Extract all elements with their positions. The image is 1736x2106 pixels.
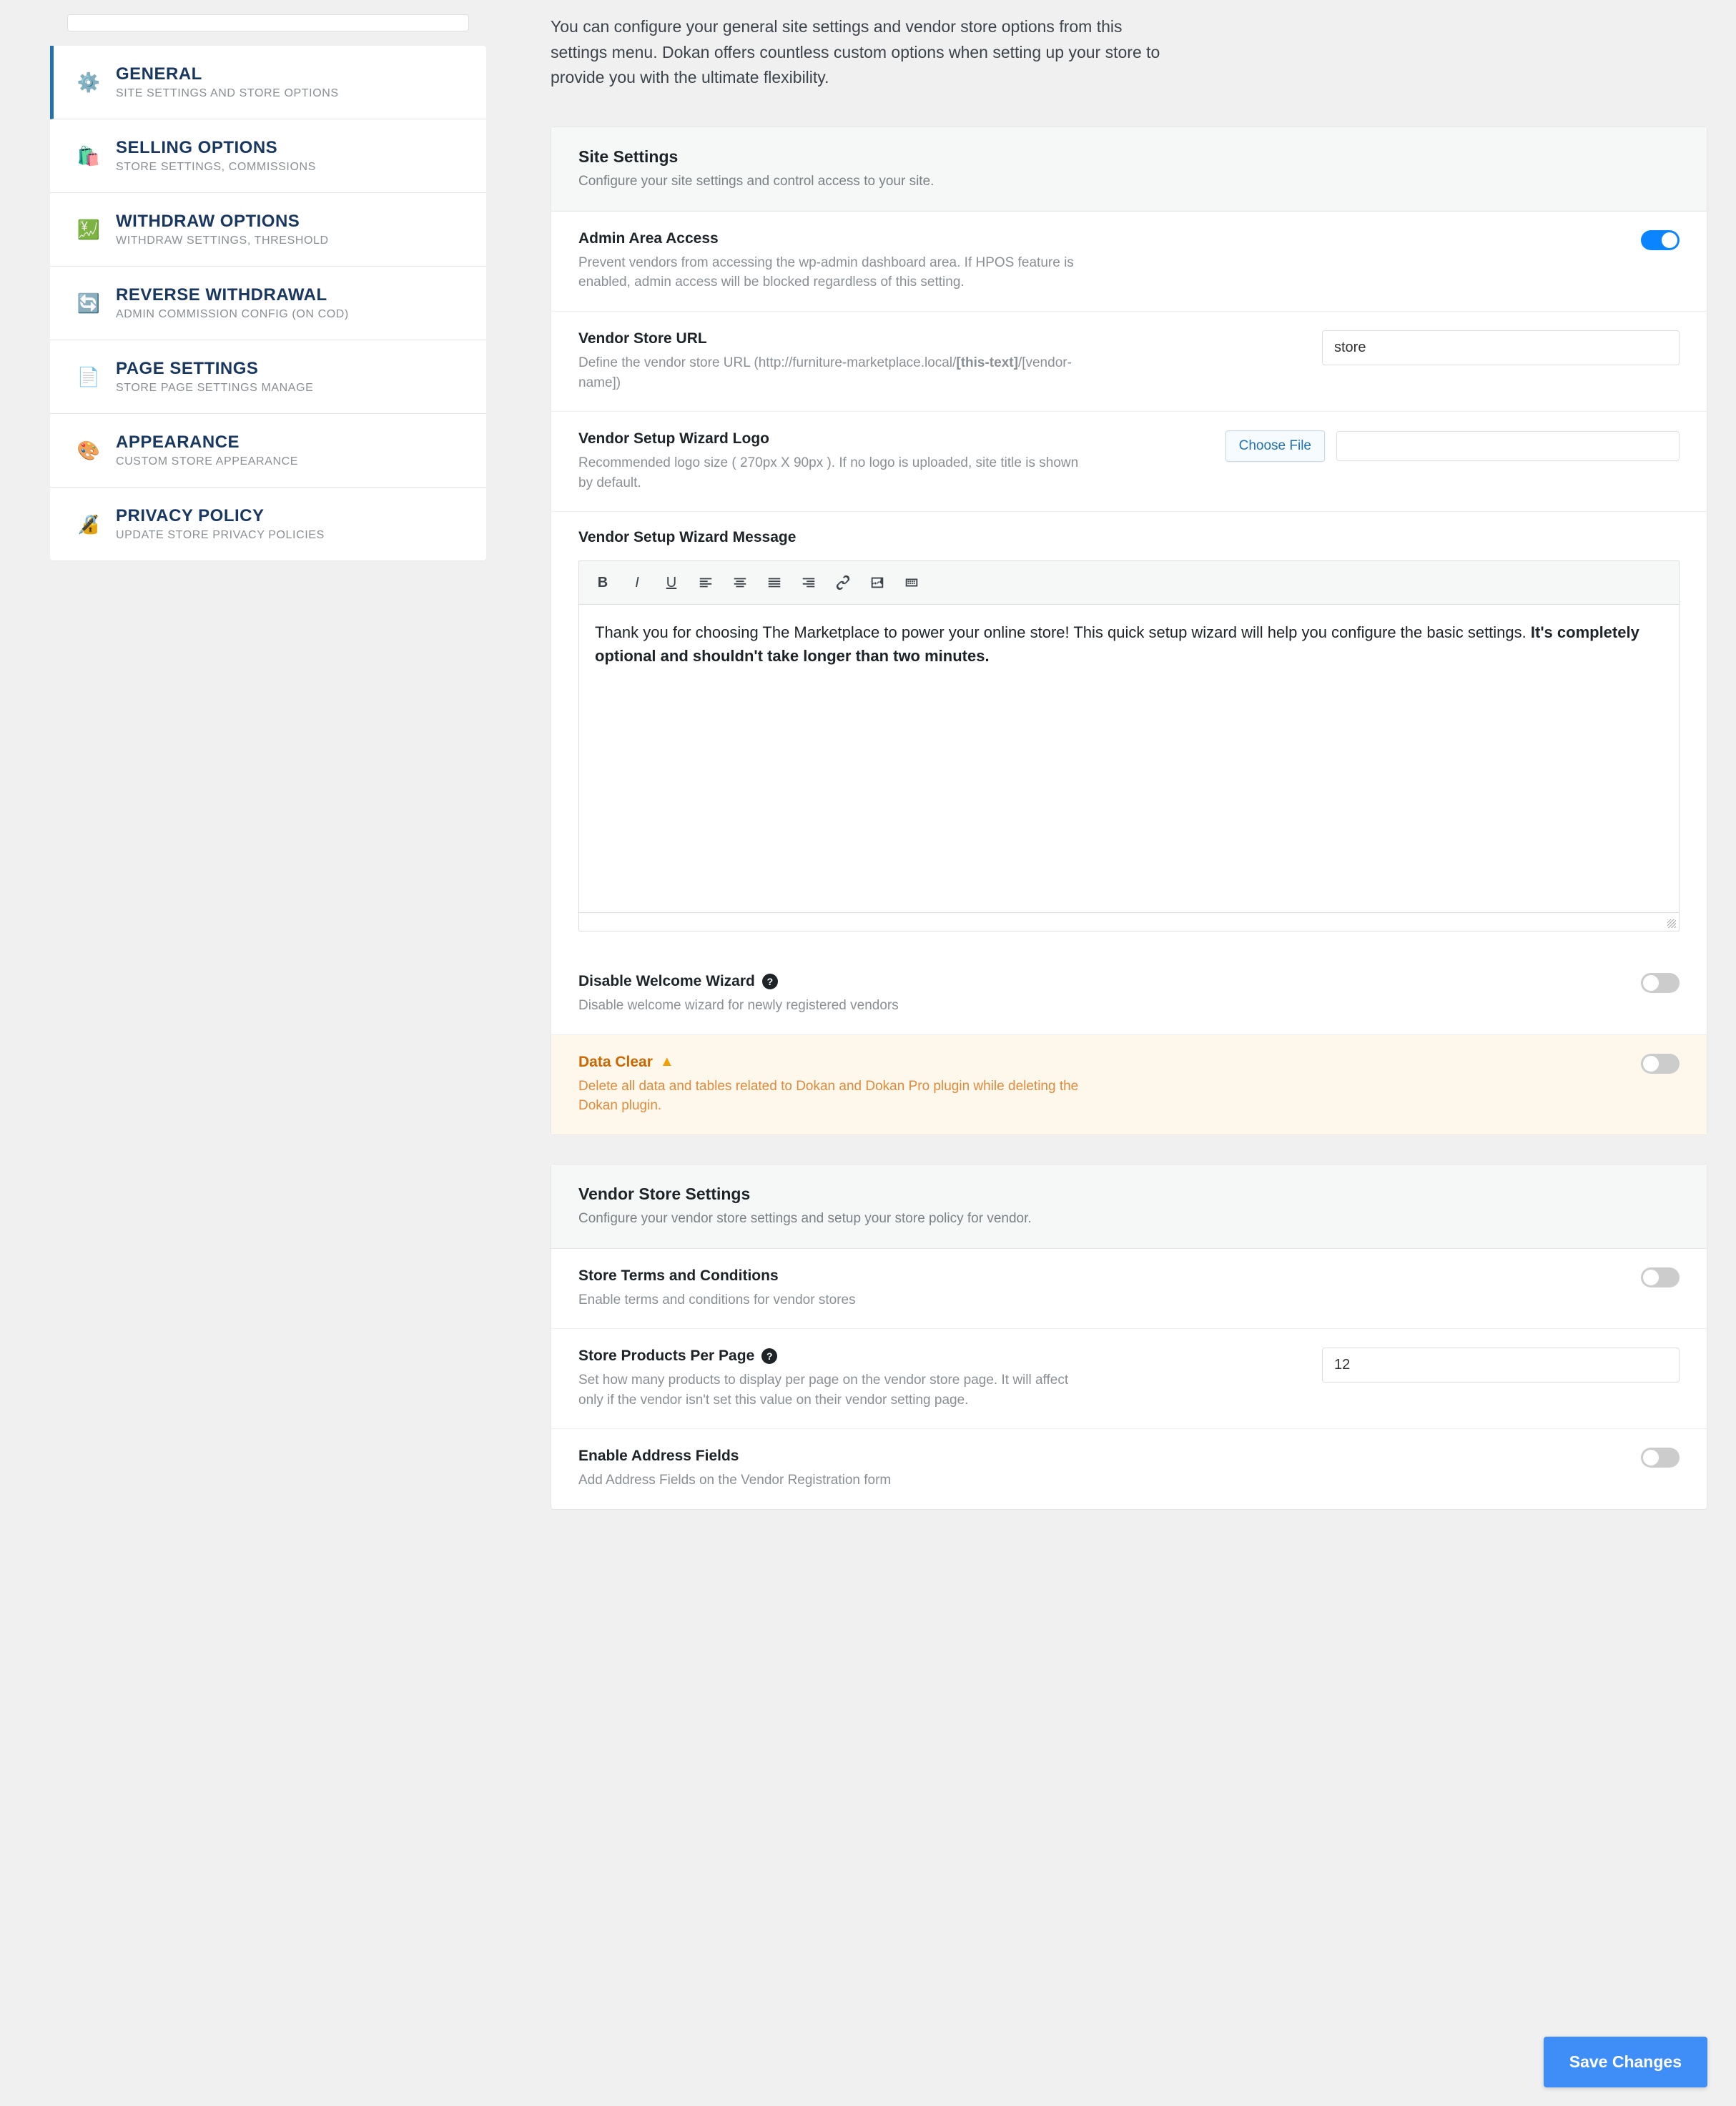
- setting-desc: Enable terms and conditions for vendor s…: [578, 1290, 1093, 1310]
- nav-title: PRIVACY POLICY: [116, 506, 325, 526]
- bold-button[interactable]: B: [588, 568, 618, 597]
- disable-wizard-toggle[interactable]: [1641, 973, 1680, 993]
- editor-toolbar: B I U: [579, 561, 1679, 605]
- sidebar-search[interactable]: [67, 14, 469, 31]
- save-changes-button[interactable]: Save Changes: [1544, 2037, 1707, 2087]
- bag-icon: 🛍️: [77, 144, 100, 167]
- nav-title: APPEARANCE: [116, 432, 298, 453]
- row-data-clear: Data Clear ▲ Delete all data and tables …: [551, 1035, 1707, 1134]
- vendor-settings-card: Vendor Store Settings Configure your ven…: [551, 1164, 1707, 1510]
- row-wizard-logo: Vendor Setup Wizard Logo Recommended log…: [551, 412, 1707, 512]
- setting-title: Vendor Setup Wizard Logo: [578, 430, 1197, 448]
- admin-access-toggle[interactable]: [1641, 230, 1680, 250]
- setting-title: Store Products Per Page ?: [578, 1348, 1293, 1365]
- row-address-fields: Enable Address Fields Add Address Fields…: [551, 1429, 1707, 1509]
- intro-text: You can configure your general site sett…: [551, 14, 1165, 91]
- data-clear-toggle[interactable]: [1641, 1054, 1680, 1074]
- nav-sub: STORE SETTINGS, COMMISSIONS: [116, 161, 316, 174]
- main-content: You can configure your general site sett…: [486, 0, 1707, 1646]
- row-per-page: Store Products Per Page ? Set how many p…: [551, 1329, 1707, 1429]
- nav-sub: STORE PAGE SETTINGS MANAGE: [116, 382, 313, 395]
- align-left-button[interactable]: [691, 568, 721, 597]
- setting-desc: Recommended logo size ( 270px X 90px ). …: [578, 453, 1093, 493]
- underline-button[interactable]: U: [656, 568, 686, 597]
- setting-desc: Define the vendor store URL (http://furn…: [578, 353, 1093, 392]
- setting-desc: Delete all data and tables related to Do…: [578, 1077, 1093, 1116]
- card-subtitle: Configure your site settings and control…: [578, 174, 1680, 189]
- nav-sub: WITHDRAW SETTINGS, THRESHOLD: [116, 234, 329, 247]
- setting-title: Vendor Setup Wizard Message: [578, 529, 1680, 546]
- card-title: Site Settings: [578, 147, 1680, 167]
- choose-file-button[interactable]: Choose File: [1225, 430, 1325, 462]
- file-path-display: [1336, 431, 1680, 461]
- page-icon: 📄: [77, 365, 100, 388]
- setting-title: Enable Address Fields: [578, 1448, 1612, 1465]
- nav-title: PAGE SETTINGS: [116, 359, 313, 379]
- align-justify-button[interactable]: [759, 568, 789, 597]
- setting-title: Admin Area Access: [578, 230, 1612, 247]
- setting-desc: Prevent vendors from accessing the wp-ad…: [578, 253, 1093, 292]
- keyboard-button[interactable]: [897, 568, 927, 597]
- nav-item-selling[interactable]: 🛍️ SELLING OPTIONS STORE SETTINGS, COMMI…: [50, 119, 486, 193]
- rich-text-editor: B I U Thank you for choosing The Marketp…: [578, 560, 1680, 931]
- nav-sub: SITE SETTINGS AND STORE OPTIONS: [116, 87, 339, 100]
- row-disable-wizard: Disable Welcome Wizard ? Disable welcome…: [551, 954, 1707, 1035]
- nav-item-privacy[interactable]: 🔏 PRIVACY POLICY UPDATE STORE PRIVACY PO…: [50, 488, 486, 560]
- link-button[interactable]: [828, 568, 858, 597]
- per-page-input[interactable]: [1322, 1348, 1680, 1383]
- cycle-icon: 🔄: [77, 292, 100, 315]
- settings-nav: ⚙️ GENERAL SITE SETTINGS AND STORE OPTIO…: [50, 46, 486, 560]
- help-icon[interactable]: ?: [761, 1348, 777, 1364]
- nav-item-withdraw[interactable]: 💹 WITHDRAW OPTIONS WITHDRAW SETTINGS, TH…: [50, 193, 486, 267]
- row-admin-access: Admin Area Access Prevent vendors from a…: [551, 212, 1707, 312]
- lock-icon: 🔏: [77, 513, 100, 535]
- chart-icon: 💹: [77, 218, 100, 241]
- card-header: Site Settings Configure your site settin…: [551, 127, 1707, 212]
- store-url-input[interactable]: [1322, 330, 1680, 365]
- italic-button[interactable]: I: [622, 568, 652, 597]
- row-wizard-message: Vendor Setup Wizard Message B I U: [551, 512, 1707, 954]
- nav-title: REVERSE WITHDRAWAL: [116, 285, 349, 305]
- card-subtitle: Configure your vendor store settings and…: [578, 1211, 1680, 1227]
- address-toggle[interactable]: [1641, 1448, 1680, 1468]
- settings-sidebar: ⚙️ GENERAL SITE SETTINGS AND STORE OPTIO…: [29, 0, 486, 1646]
- setting-title: Store Terms and Conditions: [578, 1267, 1612, 1285]
- nav-item-appearance[interactable]: 🎨 APPEARANCE CUSTOM STORE APPEARANCE: [50, 414, 486, 488]
- nav-sub: ADMIN COMMISSION CONFIG (ON COD): [116, 308, 349, 321]
- nav-title: SELLING OPTIONS: [116, 138, 316, 158]
- nav-sub: CUSTOM STORE APPEARANCE: [116, 455, 298, 468]
- editor-resize-handle[interactable]: [579, 912, 1679, 931]
- gear-icon: ⚙️: [77, 71, 100, 94]
- editor-body[interactable]: Thank you for choosing The Marketplace t…: [579, 605, 1679, 912]
- setting-title: Data Clear ▲: [578, 1054, 1612, 1071]
- card-header: Vendor Store Settings Configure your ven…: [551, 1165, 1707, 1249]
- card-title: Vendor Store Settings: [578, 1185, 1680, 1204]
- terms-toggle[interactable]: [1641, 1267, 1680, 1287]
- nav-sub: UPDATE STORE PRIVACY POLICIES: [116, 529, 325, 542]
- palette-icon: 🎨: [77, 439, 100, 462]
- nav-title: GENERAL: [116, 64, 339, 84]
- warning-icon: ▲: [660, 1054, 674, 1070]
- help-icon[interactable]: ?: [762, 974, 778, 989]
- setting-desc: Disable welcome wizard for newly registe…: [578, 996, 1093, 1016]
- align-right-button[interactable]: [794, 568, 824, 597]
- image-button[interactable]: [862, 568, 892, 597]
- row-terms: Store Terms and Conditions Enable terms …: [551, 1249, 1707, 1330]
- nav-item-page-settings[interactable]: 📄 PAGE SETTINGS STORE PAGE SETTINGS MANA…: [50, 340, 486, 414]
- nav-item-general[interactable]: ⚙️ GENERAL SITE SETTINGS AND STORE OPTIO…: [50, 46, 486, 119]
- nav-item-reverse-withdrawal[interactable]: 🔄 REVERSE WITHDRAWAL ADMIN COMMISSION CO…: [50, 267, 486, 340]
- setting-desc: Add Address Fields on the Vendor Registr…: [578, 1470, 1093, 1490]
- site-settings-card: Site Settings Configure your site settin…: [551, 127, 1707, 1135]
- setting-desc: Set how many products to display per pag…: [578, 1370, 1093, 1410]
- nav-title: WITHDRAW OPTIONS: [116, 212, 329, 232]
- row-store-url: Vendor Store URL Define the vendor store…: [551, 312, 1707, 412]
- setting-title: Disable Welcome Wizard ?: [578, 973, 1612, 990]
- setting-title: Vendor Store URL: [578, 330, 1293, 347]
- align-center-button[interactable]: [725, 568, 755, 597]
